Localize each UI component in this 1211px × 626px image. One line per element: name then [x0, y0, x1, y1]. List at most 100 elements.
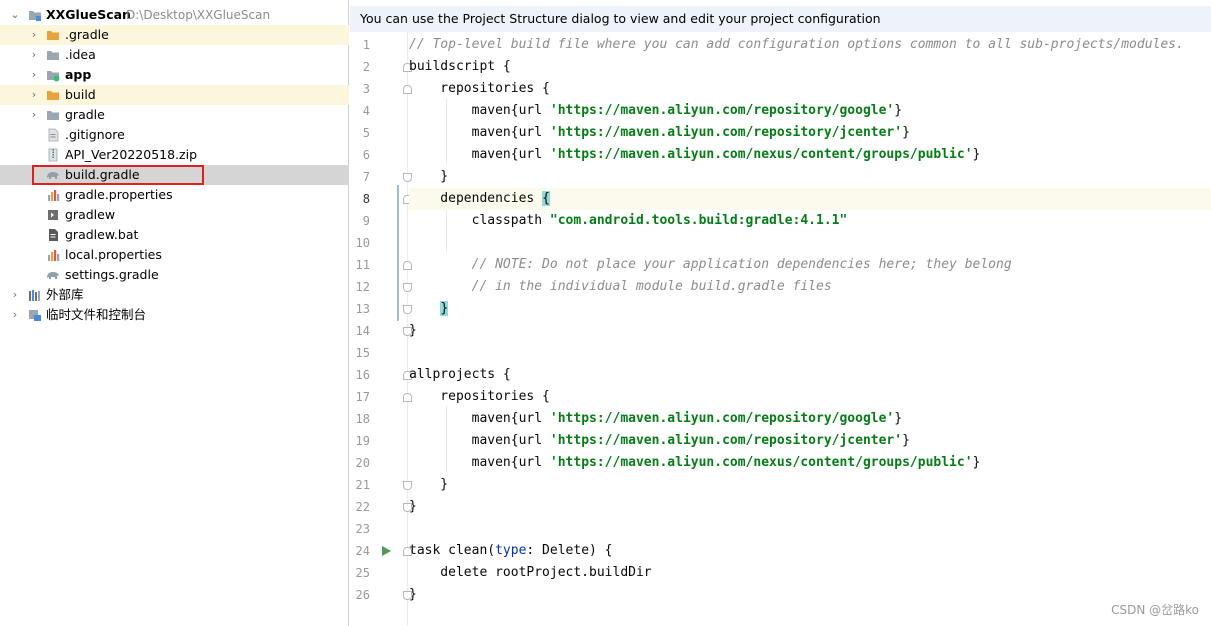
chevron-right-icon[interactable]: › [28, 65, 40, 85]
tree-item-scratches[interactable]: › 临时文件和控制台 [0, 305, 349, 325]
line-number: 22 [355, 500, 370, 514]
tree-item-gradle[interactable]: › gradle [0, 105, 349, 125]
tree-item-settings-gradle[interactable]: settings.gradle [0, 265, 349, 285]
code-text: } [972, 147, 981, 162]
tree-item-gradle-cache[interactable]: › .gradle [0, 25, 349, 45]
line-number-current: 8 [362, 192, 370, 206]
chevron-right-icon[interactable]: › [28, 25, 40, 45]
line-number: 25 [355, 566, 370, 580]
folder-excluded-icon [47, 31, 59, 40]
tree-item-local-properties[interactable]: local.properties [0, 245, 349, 265]
tree-item-label: gradle.properties [65, 187, 173, 202]
line-number: 4 [362, 104, 370, 118]
string-literal: 'https://maven.aliyun.com/repository/goo… [549, 411, 895, 426]
code-line-11: // NOTE: Do not place your application d… [409, 254, 1211, 276]
line-number: 14 [355, 324, 370, 338]
code-text: maven{url [409, 147, 550, 162]
line-number: 11 [355, 258, 370, 272]
string-literal: "com.android.tools.build:gradle:4.1.1" [549, 213, 848, 228]
code-line-26: } [409, 584, 1211, 606]
code-text: allprojects { [409, 367, 511, 382]
code-editor[interactable]: // Top-level build file where you can ad… [409, 32, 1211, 626]
string-literal: 'https://maven.aliyun.com/repository/jce… [549, 433, 903, 448]
line-number: 18 [355, 412, 370, 426]
chevron-down-icon[interactable]: ⌄ [9, 5, 21, 25]
tree-item-label: gradle [65, 107, 105, 122]
project-structure-banner[interactable]: You can use the Project Structure dialog… [350, 6, 1211, 32]
tree-item-build[interactable]: › build [0, 85, 349, 105]
code-text: } [409, 477, 449, 492]
line-number: 19 [355, 434, 370, 448]
line-number: 6 [362, 148, 370, 162]
chevron-right-icon[interactable]: › [28, 105, 40, 125]
code-text: : Delete) { [526, 543, 613, 558]
run-play-icon[interactable] [380, 545, 392, 557]
tree-root-row[interactable]: ⌄ XXGlueScan D:\Desktop\XXGlueScan [0, 5, 349, 25]
code-text: } [894, 103, 903, 118]
line-number: 2 [362, 60, 370, 74]
code-text: maven{url [409, 455, 550, 470]
string-literal: 'https://maven.aliyun.com/nexus/content/… [549, 147, 973, 162]
tree-item-external-libraries[interactable]: › 外部库 [0, 285, 349, 305]
code-text: repositories { [409, 81, 550, 96]
banner-text: You can use the Project Structure dialog… [360, 11, 881, 26]
tree-item-gradlew[interactable]: gradlew [0, 205, 349, 225]
properties-file-icon [48, 190, 60, 201]
code-text: maven{url [409, 433, 550, 448]
string-literal: 'https://maven.aliyun.com/nexus/content/… [549, 455, 973, 470]
chevron-right-icon[interactable]: › [28, 85, 40, 105]
project-tree: ⌄ XXGlueScan D:\Desktop\XXGlueScan › .gr… [0, 0, 349, 626]
properties-file-icon [48, 250, 60, 261]
tree-item-app[interactable]: › app [0, 65, 349, 85]
chevron-right-icon[interactable]: › [9, 285, 21, 305]
code-line-19: maven{url 'https://maven.aliyun.com/repo… [409, 430, 1211, 452]
tree-item-gradle-properties[interactable]: gradle.properties [0, 185, 349, 205]
tree-root-label: XXGlueScan [46, 7, 131, 22]
tree-item-label: 临时文件和控制台 [46, 307, 147, 322]
tree-item-label: API_Ver20220518.zip [65, 147, 198, 162]
code-line-13: } [409, 298, 1211, 320]
line-number: 15 [355, 346, 370, 360]
code-text: maven{url [409, 411, 550, 426]
module-folder-icon [29, 11, 41, 21]
tree-item-label: settings.gradle [65, 267, 159, 282]
code-text: } [409, 169, 449, 184]
folder-icon [47, 51, 59, 60]
chevron-right-icon[interactable]: › [28, 45, 40, 65]
folder-icon [47, 111, 59, 120]
matched-brace: { [542, 191, 550, 206]
tree-item-label: gradlew.bat [65, 227, 139, 242]
matched-brace: } [440, 301, 449, 316]
code-text: maven{url [409, 125, 550, 140]
code-text: } [409, 587, 417, 602]
code-line-17: repositories { [409, 386, 1211, 408]
code-line-9: classpath "com.android.tools.build:gradl… [409, 210, 1211, 232]
code-text: } [894, 411, 903, 426]
line-number: 13 [355, 302, 370, 316]
tree-item-gradlew-bat[interactable]: gradlew.bat [0, 225, 349, 245]
code-line-12: // in the individual module build.gradle… [409, 276, 1211, 298]
line-number: 1 [362, 38, 370, 52]
editor-gutter[interactable]: 1 2 3 4 5 6 7 8 9 10 11 12 13 14 15 16 1… [350, 32, 412, 626]
string-literal: 'https://maven.aliyun.com/repository/goo… [549, 103, 895, 118]
code-text: } [409, 499, 417, 514]
line-number: 23 [355, 522, 370, 536]
line-number: 24 [355, 544, 370, 558]
code-text: } [902, 125, 910, 140]
tree-item-label: 外部库 [46, 287, 84, 302]
code-line-14: } [409, 320, 1211, 342]
named-arg-keyword: type [495, 543, 527, 558]
code-text: dependencies [409, 191, 543, 206]
tree-item-gitignore[interactable]: .gitignore [0, 125, 349, 145]
code-text: buildscript { [409, 59, 511, 74]
code-text: repositories { [409, 389, 550, 404]
tree-item-idea[interactable]: › .idea [0, 45, 349, 65]
tree-item-zip[interactable]: API_Ver20220518.zip [0, 145, 349, 165]
line-number: 9 [362, 214, 370, 228]
chevron-right-icon[interactable]: › [9, 305, 21, 325]
tree-item-label: gradlew [65, 207, 116, 222]
line-number: 20 [355, 456, 370, 470]
